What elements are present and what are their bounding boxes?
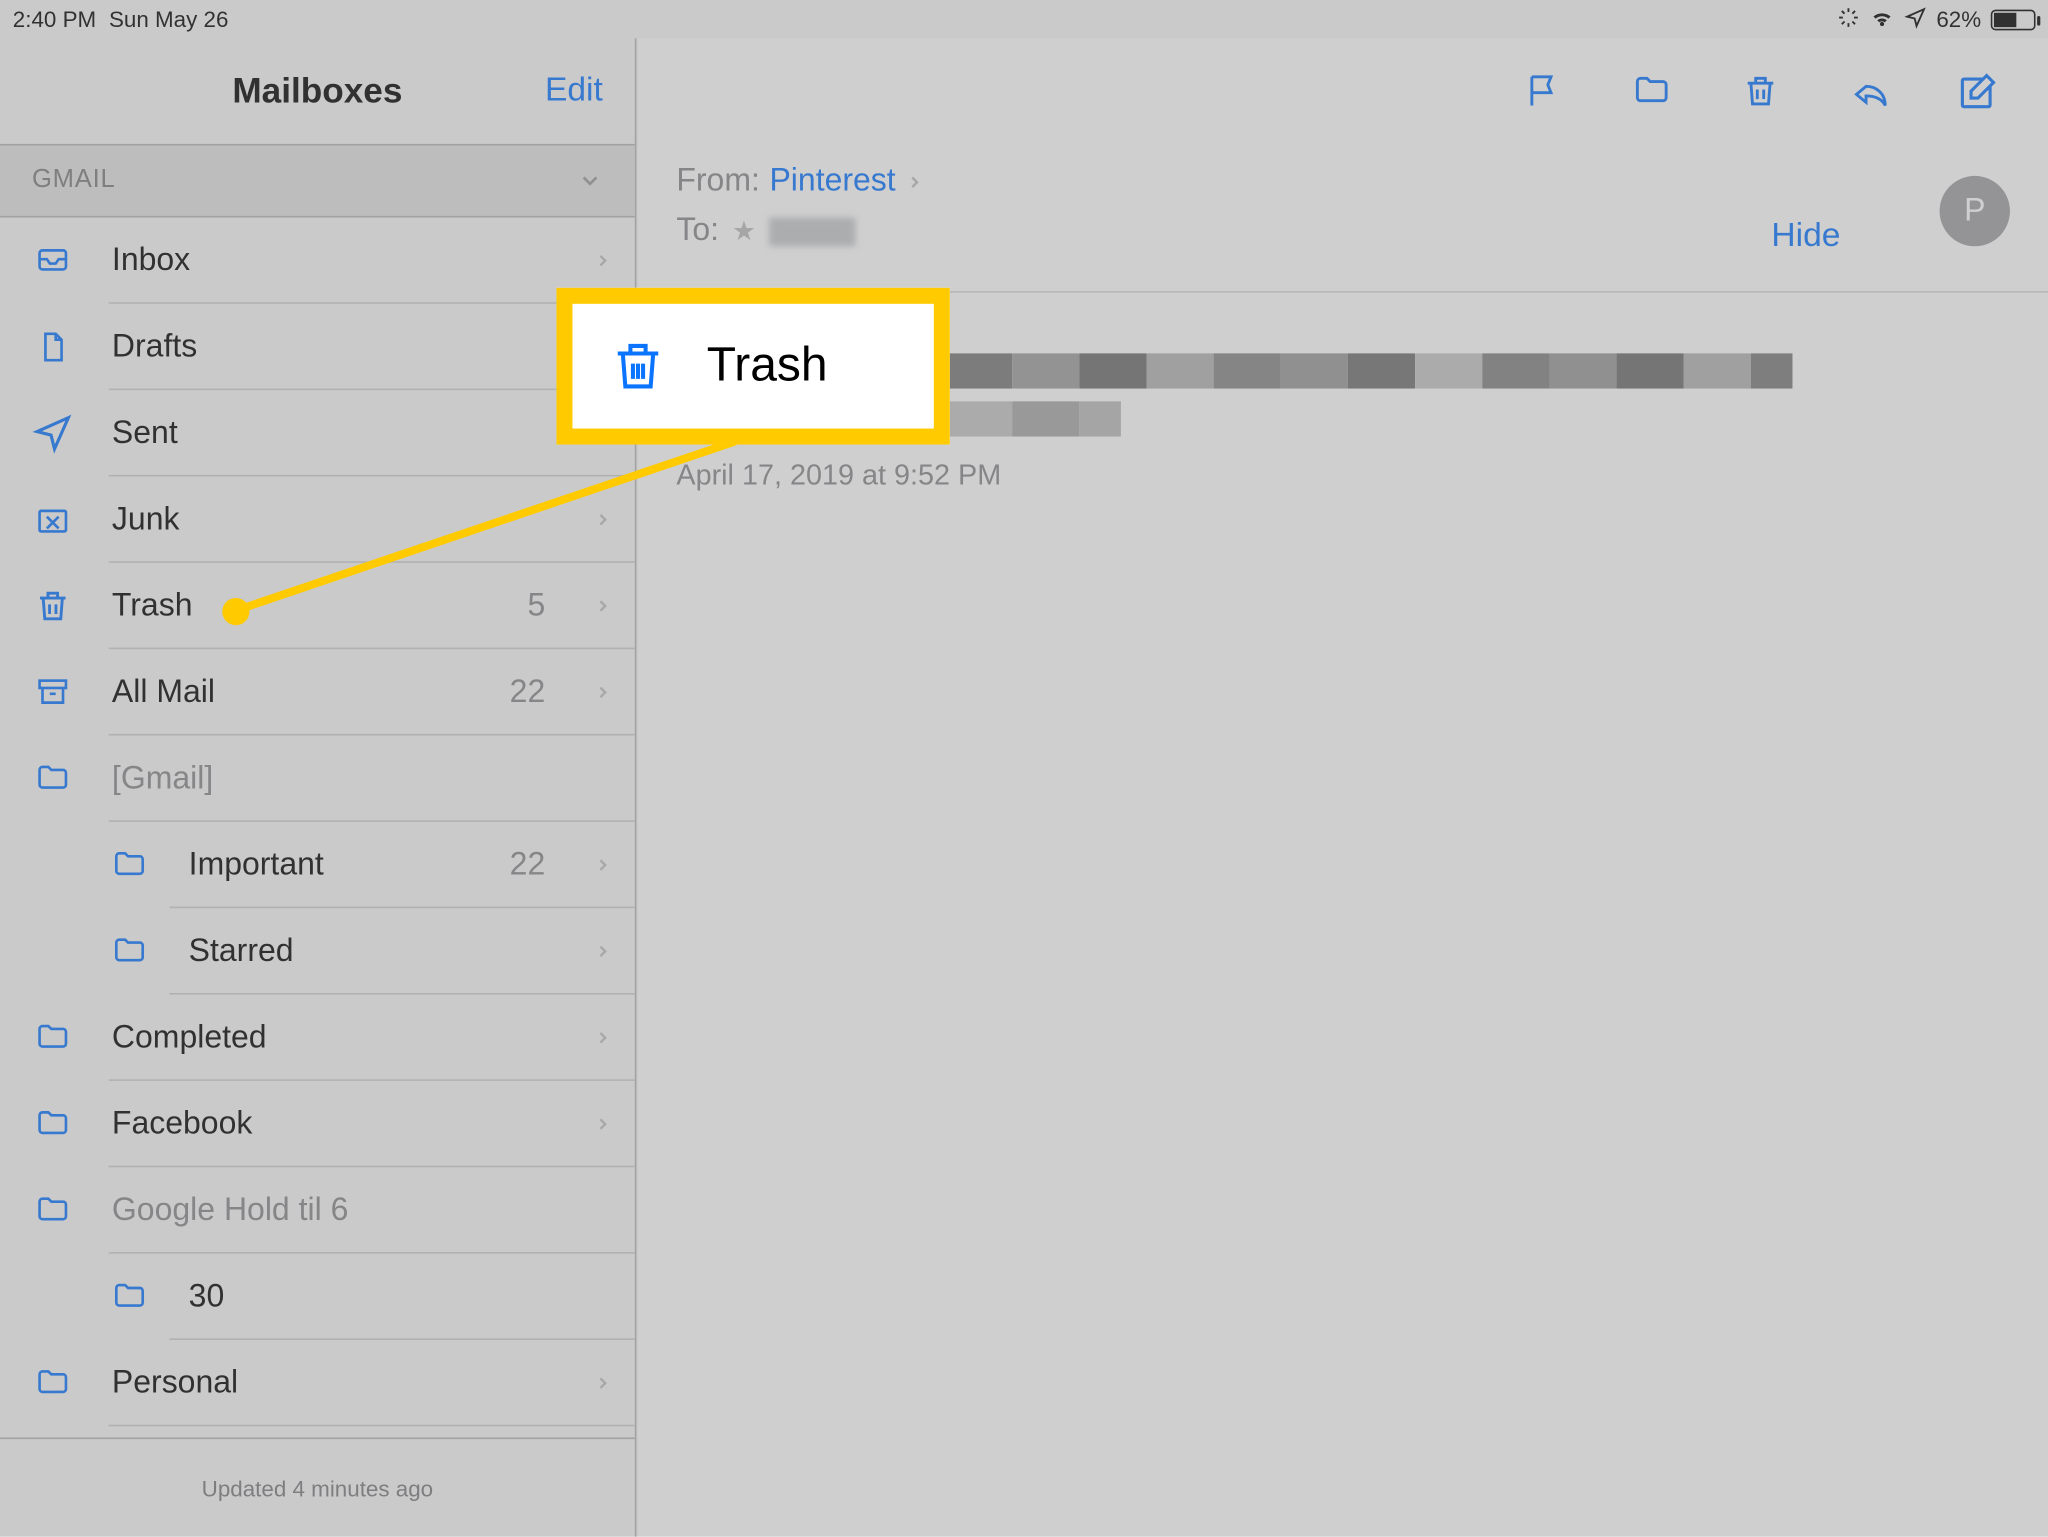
mailbox-row-gmail[interactable]: [Gmail] bbox=[0, 736, 635, 822]
flag-icon[interactable] bbox=[1521, 69, 1566, 114]
folder-icon bbox=[32, 758, 74, 800]
folder-icon bbox=[109, 844, 151, 886]
trash-callout-label: Trash bbox=[707, 339, 828, 393]
inbox-icon bbox=[32, 240, 74, 282]
mailbox-label: Important bbox=[189, 847, 472, 884]
mailbox-label: Completed bbox=[112, 1019, 555, 1056]
chevron-right-icon bbox=[593, 505, 612, 534]
trash-icon bbox=[608, 331, 669, 401]
chevron-right-icon bbox=[593, 246, 612, 275]
folder-icon bbox=[32, 1103, 74, 1145]
mailbox-row-starred[interactable]: Starred bbox=[0, 908, 635, 994]
status-bar: 2:40 PM Sun May 26 62% bbox=[0, 0, 2048, 38]
mail-date: April 17, 2019 at 9:52 PM bbox=[676, 459, 2010, 493]
account-section-label: GMAIL bbox=[32, 166, 116, 195]
chevron-down-icon bbox=[577, 168, 603, 194]
from-sender[interactable]: Pinterest bbox=[769, 163, 895, 200]
mailbox-label: Inbox bbox=[112, 242, 555, 279]
status-time: 2:40 PM bbox=[13, 6, 96, 32]
account-section-header[interactable]: GMAIL bbox=[0, 144, 635, 218]
drafts-icon bbox=[32, 326, 74, 368]
status-date: Sun May 26 bbox=[109, 6, 228, 32]
mailbox-label: Drafts bbox=[112, 329, 612, 366]
mailbox-label: [Gmail] bbox=[112, 760, 612, 797]
mailbox-row-google-hold-til-6[interactable]: Google Hold til 6 bbox=[0, 1167, 635, 1253]
mailbox-row-junk[interactable]: Junk bbox=[0, 477, 635, 563]
chevron-right-icon bbox=[905, 170, 924, 192]
mailbox-label: All Mail bbox=[112, 674, 471, 711]
to-label: To: bbox=[676, 213, 719, 250]
sidebar-footer: Updated 4 minutes ago bbox=[0, 1438, 635, 1537]
from-label: From: bbox=[676, 163, 759, 200]
mailbox-row-trash[interactable]: Trash 5 bbox=[0, 563, 635, 649]
mailbox-row-sent[interactable]: Sent bbox=[0, 390, 635, 476]
folder-icon bbox=[32, 1190, 74, 1232]
sender-avatar: P bbox=[1940, 176, 2010, 246]
move-to-folder-icon[interactable] bbox=[1629, 69, 1674, 114]
folder-icon bbox=[32, 1362, 74, 1404]
mailbox-row-important[interactable]: Important 22 bbox=[0, 822, 635, 908]
battery-icon bbox=[1991, 9, 2036, 30]
reply-icon[interactable] bbox=[1847, 69, 1892, 114]
hide-button[interactable]: Hide bbox=[1771, 217, 1840, 255]
mail-header: From: Pinterest To: ★ Hide P bbox=[638, 144, 2048, 293]
chevron-right-icon bbox=[593, 1110, 612, 1139]
trash-callout: Trash bbox=[556, 288, 949, 445]
vip-star-icon: ★ bbox=[732, 215, 756, 247]
wifi-icon bbox=[1869, 6, 1895, 33]
mailbox-label: Facebook bbox=[112, 1106, 555, 1143]
chevron-right-icon bbox=[593, 592, 612, 621]
activity-icon bbox=[1837, 6, 1859, 33]
folder-icon bbox=[109, 931, 151, 973]
mailbox-row-completed[interactable]: Completed bbox=[0, 995, 635, 1081]
chevron-right-icon bbox=[593, 678, 612, 707]
mailbox-label: Google Hold til 6 bbox=[112, 1192, 612, 1229]
folder-icon bbox=[32, 1017, 74, 1059]
location-icon bbox=[1904, 6, 1926, 33]
mailbox-label: Trash bbox=[112, 588, 489, 625]
mail-reading-pane: From: Pinterest To: ★ Hide P bbox=[638, 38, 2048, 1536]
folder-icon bbox=[109, 1276, 151, 1318]
updated-status: Updated 4 minutes ago bbox=[202, 1475, 433, 1501]
mailbox-label: Junk bbox=[112, 501, 555, 538]
delete-trash-icon[interactable] bbox=[1738, 69, 1783, 114]
mailbox-count: 22 bbox=[510, 847, 546, 884]
trash-icon bbox=[32, 585, 74, 627]
mail-toolbar bbox=[638, 38, 2048, 144]
mailbox-row-inbox[interactable]: Inbox bbox=[0, 217, 635, 303]
mailbox-label: Personal bbox=[112, 1365, 555, 1402]
edit-button[interactable]: Edit bbox=[545, 72, 603, 110]
chevron-right-icon bbox=[593, 937, 612, 966]
compose-icon[interactable] bbox=[1956, 69, 2001, 114]
archive-icon bbox=[32, 672, 74, 714]
chevron-right-icon bbox=[593, 851, 612, 880]
mailbox-label: Starred bbox=[189, 933, 555, 970]
mailbox-row-personal[interactable]: Personal bbox=[0, 1340, 635, 1426]
mailbox-row-all-mail[interactable]: All Mail 22 bbox=[0, 649, 635, 735]
battery-percent: 62% bbox=[1936, 6, 1981, 32]
mailbox-label: Sent bbox=[112, 415, 612, 452]
mailbox-count: 22 bbox=[510, 674, 546, 711]
mailbox-row-drafts[interactable]: Drafts bbox=[0, 304, 635, 390]
chevron-right-icon bbox=[593, 1023, 612, 1052]
annotation-dot bbox=[222, 598, 249, 625]
mailboxes-sidebar: Mailboxes Edit GMAIL Inbox Drafts Sent Junk… bbox=[0, 38, 636, 1536]
mailbox-list: Inbox Drafts Sent Junk Trash 5 All Mail 22 [Gmai… bbox=[0, 217, 635, 1437]
mailbox-label: 30 bbox=[189, 1278, 613, 1315]
junk-icon bbox=[32, 499, 74, 541]
sidebar-header: Mailboxes Edit bbox=[0, 38, 635, 144]
mailbox-row-30[interactable]: 30 bbox=[0, 1254, 635, 1340]
sidebar-title: Mailboxes bbox=[232, 70, 402, 112]
mailbox-row-facebook[interactable]: Facebook bbox=[0, 1081, 635, 1167]
sent-icon bbox=[32, 413, 74, 455]
chevron-right-icon bbox=[593, 1369, 612, 1398]
redacted-recipient bbox=[769, 217, 855, 246]
mailbox-count: 5 bbox=[527, 588, 545, 625]
